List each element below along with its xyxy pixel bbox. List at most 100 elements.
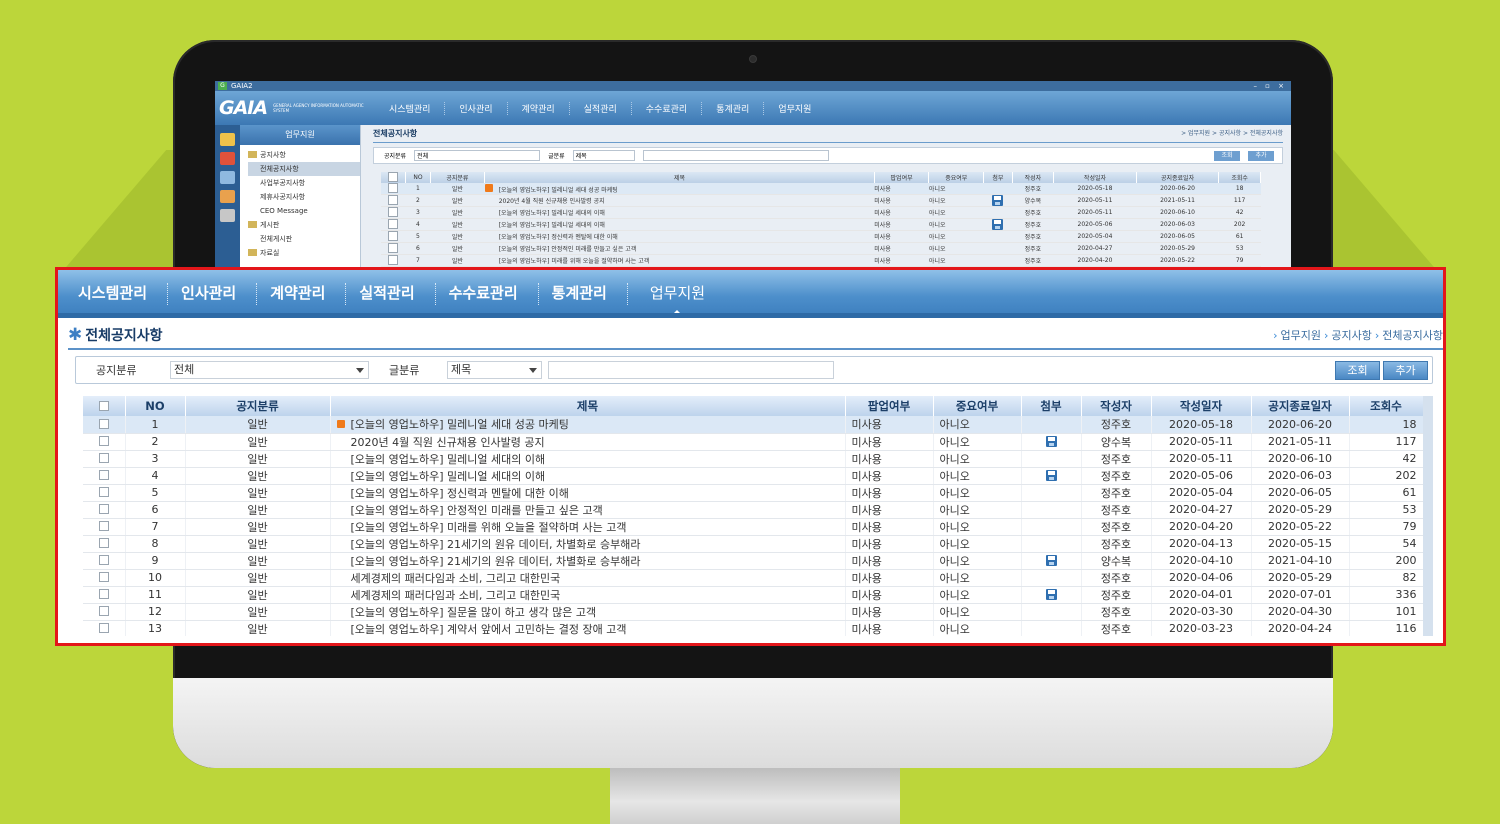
small-row-checkbox-cell[interactable] [381,206,406,219]
attachment-disk-icon[interactable] [1045,555,1057,566]
small-row-checkbox-cell[interactable] [381,242,406,255]
small-table-row[interactable]: 3 일반 [오늘의 영업노하우] 밀레니얼 세대의 이해 미사용 아니오 정주호 2020-… [381,206,1261,219]
small-add-button[interactable]: 추가 [1248,150,1274,161]
car-icon[interactable] [220,152,235,165]
row-checkbox-cell[interactable] [83,450,126,468]
table-row[interactable]: 2 일반 2020년 4월 직원 신규채용 인사발령 공지 미사용 아니오 양수복 2020… [83,433,1424,451]
small-cell-attach[interactable] [983,194,1013,207]
checkbox[interactable] [388,172,399,182]
title-text[interactable]: [오늘의 영업노하우] 안정적인 미래를 만들고 싶은 고객 [351,504,603,517]
checkbox[interactable] [388,183,399,193]
column-header[interactable]: 제목 [330,396,846,416]
checkbox[interactable] [98,606,109,616]
row-checkbox-cell[interactable] [83,535,126,553]
breadcrumb-item[interactable]: 공지사항 [1331,329,1371,342]
column-header[interactable]: NO [125,396,186,416]
small-menu-item[interactable]: 시스템관리 [375,101,446,115]
table-row[interactable]: 8 일반 [오늘의 영업노하우] 21세기의 원유 데이터, 차별화로 승부해라 미사… [83,535,1424,553]
cell-title[interactable]: [오늘의 영업노하우] 밀레니얼 세대의 이해 [330,450,846,468]
small-menu-item[interactable]: 실적관리 [570,101,632,115]
small-column-header[interactable]: 작성자 [1012,172,1055,183]
title-text[interactable]: [오늘의 영업노하우] 21세기의 원유 데이터, 차별화로 승부해라 [351,538,641,551]
table-row[interactable]: 11 일반 세계경제의 패러다임과 소비, 그리고 대한민국 미사용 아니오 정주호 202… [83,586,1424,604]
row-checkbox-cell[interactable] [83,467,126,485]
title-text[interactable]: [오늘의 영업노하우] 미래를 위해 오늘을 절약하며 사는 고객 [351,521,627,534]
small-column-header[interactable]: 공지종료일자 [1136,172,1220,183]
column-header[interactable]: 중요여부 [933,396,1022,416]
mail-icon[interactable] [220,209,235,222]
small-cell-title[interactable]: [오늘의 영업노하우] 밀레니얼 세대의 이해 [484,218,875,231]
table-row[interactable]: 3 일반 [오늘의 영업노하우] 밀레니얼 세대의 이해 미사용 아니오 정주호 2020-… [83,450,1424,468]
table-row[interactable]: 6 일반 [오늘의 영업노하우] 안정적인 미래를 만들고 싶은 고객 미사용 아니오 정… [83,501,1424,519]
cell-title[interactable]: [오늘의 영업노하우] 21세기의 원유 데이터, 차별화로 승부해라 [330,552,846,570]
cell-attach[interactable] [1021,586,1082,604]
small-title-text[interactable]: [오늘의 영업노하우] 안정적인 미래를 만들고 싶은 고객 [499,246,637,253]
checkbox[interactable] [388,231,399,241]
category-select[interactable]: 전체 [170,361,369,379]
checkbox[interactable] [388,243,399,253]
tree-item[interactable]: 전체게시판 [248,232,360,246]
table-row[interactable]: 7 일반 [오늘의 영업노하우] 미래를 위해 오늘을 절약하며 사는 고객 미사용 아… [83,518,1424,536]
tree-item[interactable]: CEO Message [248,204,360,218]
cell-attach[interactable] [1021,467,1082,485]
small-table-row[interactable]: 6 일반 [오늘의 영업노하우] 안정적인 미래를 만들고 싶은 고객 미사용 아니오 정… [381,242,1261,255]
column-header[interactable]: 팝업여부 [845,396,934,416]
tree-item[interactable]: 사업부공지사항 [248,176,360,190]
checkbox[interactable] [98,470,109,480]
small-title-text[interactable]: [오늘의 영업노하우] 미래를 위해 오늘을 절약하며 사는 고객 [499,258,650,265]
attachment-disk-icon[interactable] [1045,436,1057,447]
small-cell-title[interactable]: [오늘의 영업노하우] 안정적인 미래를 만들고 싶은 고객 [484,242,875,255]
title-text[interactable]: [오늘의 영업노하우] 질문을 많이 하고 생각 많은 고객 [351,606,597,619]
users-icon[interactable] [220,190,235,203]
small-menu-item[interactable]: 인사관리 [445,101,508,115]
small-menu-item[interactable]: 계약관리 [508,101,570,115]
checkbox[interactable] [98,572,109,582]
small-column-header[interactable]: 첨부 [983,172,1013,183]
attachment-disk-icon[interactable] [1045,470,1057,481]
row-checkbox-cell[interactable] [83,552,126,570]
title-text[interactable]: [오늘의 영업노하우] 계약서 앞에서 고민하는 결정 장애 고객 [351,623,627,636]
search-button[interactable]: 조회 [1335,360,1380,380]
small-table-row[interactable]: 2 일반 2020년 4월 직원 신규채용 인사발령 공지 미사용 아니오 양수복 2020… [381,194,1261,207]
title-text[interactable]: [오늘의 영업노하우] 밀레니얼 세대의 이해 [351,453,546,466]
small-column-header[interactable]: NO [405,172,431,183]
menu-item[interactable]: 업무지원 [628,283,725,316]
row-checkbox-cell[interactable] [83,416,126,434]
title-text[interactable]: [오늘의 영업노하우] 21세기의 원유 데이터, 차별화로 승부해라 [351,555,641,568]
column-header[interactable]: 작성일자 [1151,396,1252,416]
checkbox[interactable] [98,589,109,599]
cell-title[interactable]: [오늘의 영업노하우] 밀레니얼 세대의 이해 [330,467,846,485]
breadcrumb-item[interactable]: 업무지원 [1280,329,1320,342]
small-cell-title[interactable]: 2020년 4월 직원 신규채용 인사발령 공지 [484,194,875,207]
checkbox[interactable] [98,401,109,411]
add-button[interactable]: 추가 [1383,360,1428,380]
small-row-checkbox-cell[interactable] [381,194,406,207]
small-column-header[interactable]: 작성일자 [1053,172,1137,183]
small-cell-title[interactable]: [오늘의 영업노하우] 정신력과 멘탈에 대한 이해 [484,230,875,243]
tree-folder[interactable]: 자료실 [248,246,360,260]
cell-title[interactable]: [오늘의 영업노하우] 미래를 위해 오늘을 절약하며 사는 고객 [330,518,846,536]
checkbox[interactable] [98,418,109,429]
row-checkbox-cell[interactable] [83,433,126,451]
search-input[interactable] [548,361,834,379]
cell-title[interactable]: 세계경제의 패러다임과 소비, 그리고 대한민국 [330,569,846,587]
cell-title[interactable]: [오늘의 영업노하우] 계약서 앞에서 고민하는 결정 장애 고객 [330,620,846,636]
attachment-disk-icon[interactable] [1045,589,1057,600]
select-all[interactable] [83,396,126,416]
small-title-text[interactable]: 2020년 4월 직원 신규채용 인사발령 공지 [499,198,605,205]
row-checkbox-cell[interactable] [83,484,126,502]
menu-item[interactable]: 시스템관리 [65,283,169,305]
cell-title[interactable]: 세계경제의 패러다임과 소비, 그리고 대한민국 [330,586,846,604]
cell-title[interactable]: [오늘의 영업노하우] 안정적인 미래를 만들고 싶은 고객 [330,501,846,519]
table-row[interactable]: 13 일반 [오늘의 영업노하우] 계약서 앞에서 고민하는 결정 장애 고객 미사용… [83,620,1424,636]
small-table-row[interactable]: 4 일반 [오늘의 영업노하우] 밀레니얼 세대의 이해 미사용 아니오 정주호 2020-… [381,218,1261,231]
attachment-disk-icon[interactable] [992,195,1004,206]
small-cell-attach[interactable] [983,218,1013,231]
column-header[interactable]: 작성자 [1081,396,1152,416]
chart-icon[interactable] [220,171,235,184]
checkbox[interactable] [98,487,109,497]
small-title-text[interactable]: [오늘의 영업노하우] 밀레니얼 세대의 이해 [499,222,605,229]
tree-folder[interactable]: 게시판 [248,218,360,232]
small-search-input[interactable] [642,150,829,161]
row-checkbox-cell[interactable] [83,569,126,587]
